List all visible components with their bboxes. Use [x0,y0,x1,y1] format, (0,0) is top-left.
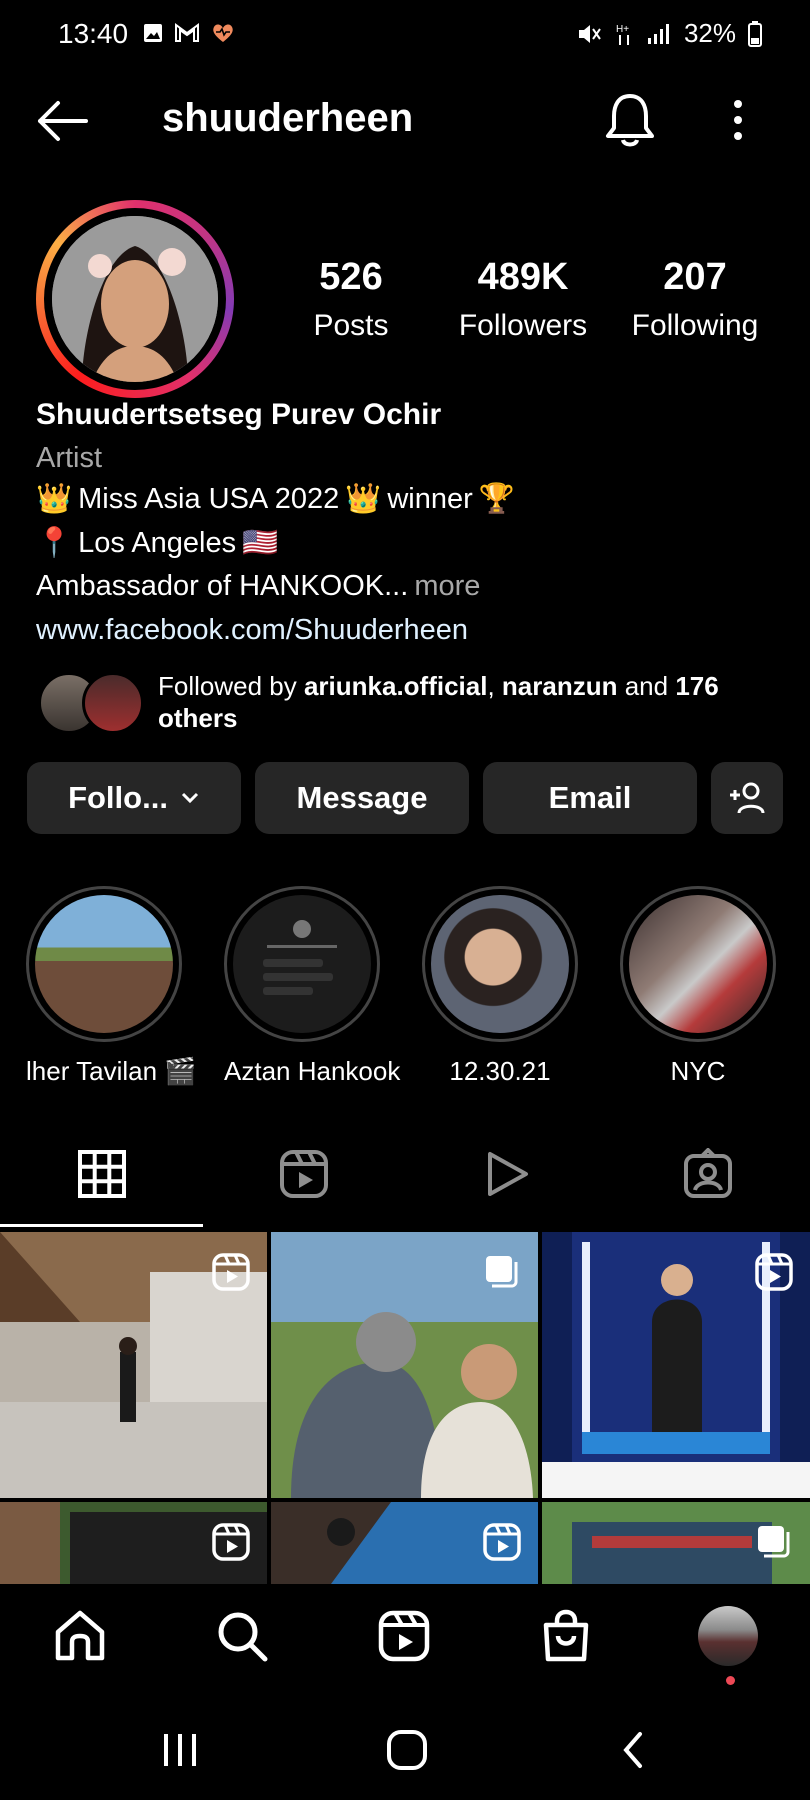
shop-icon[interactable] [538,1608,594,1664]
search-icon[interactable] [214,1608,270,1664]
bio-title: Miss Asia USA 2022 [78,482,340,515]
stat-following[interactable]: 207 Following [610,256,780,343]
bio-more-link[interactable]: more [414,570,480,603]
pin-icon: 📍 [36,527,73,559]
post-thumbnail[interactable] [271,1232,538,1498]
highlight-item[interactable]: lher Tavilan 🎬 [26,886,197,1087]
recent-apps-icon[interactable] [160,1730,200,1770]
message-button[interactable]: Message [255,762,469,834]
highlight-item[interactable]: NYC [620,886,776,1087]
chevron-down-icon [181,792,198,804]
followed-by-text[interactable]: Followed by ariunka.official, naranzun a… [158,670,758,734]
profile-category: Artist [36,442,103,474]
mutual-avatar [82,672,144,734]
reels-icon[interactable] [376,1608,432,1664]
stat-followers[interactable]: 489K Followers [438,256,608,343]
mutual-user-2: naranzun [501,671,618,701]
suggested-users-button[interactable] [711,762,783,834]
profile-full-name: Shuudertsetseg Purev Ochir [36,398,442,431]
highlight-cover [431,895,569,1033]
avatar-portrait [52,216,218,382]
reel-badge-icon [212,1253,250,1291]
post-thumbnail[interactable] [271,1502,538,1584]
highlight-cover [35,895,173,1033]
post-thumbnail[interactable] [0,1502,267,1584]
add-person-icon [730,782,765,814]
back-arrow-icon[interactable] [34,96,90,146]
bio-line-1: 👑 Miss Asia USA 2022 👑 winner 🏆 [36,482,515,516]
following-label: Following [631,309,759,342]
active-tab-indicator [0,1224,203,1227]
bio-line-3: Ambassador of HANKOOK... more [36,570,480,603]
stat-posts[interactable]: 526 Posts [266,256,436,343]
status-right: H+ 32% [576,18,762,49]
post-thumbnail[interactable] [542,1502,810,1584]
highlight-label: Aztan Hankook [224,1056,401,1086]
follow-button[interactable]: Follo... [27,762,241,834]
message-button-label: Message [296,780,428,815]
more-options-icon[interactable] [720,94,756,148]
bio-line-2: 📍 Los Angeles 🇺🇸 [36,526,278,560]
highlight-label: lher Tavilan 🎬 [26,1056,197,1086]
mute-icon [578,24,601,43]
network-hplus-icon: H+ [616,24,629,45]
email-button[interactable]: Email [483,762,697,834]
posts-label: Posts [313,309,389,342]
reel-badge-icon [755,1253,793,1291]
trophy-icon: 🏆 [478,483,515,515]
gmail-icon [175,23,199,42]
notification-bell-icon[interactable] [602,90,658,150]
follow-button-label: Follo... [68,780,168,815]
reels-tab-icon[interactable] [278,1148,330,1200]
battery-percent: 32% [683,18,736,48]
profile-nav-avatar[interactable] [698,1606,758,1666]
system-back-icon[interactable] [618,1728,648,1772]
reel-badge-icon [212,1523,250,1561]
notification-dot [726,1676,735,1685]
posts-count: 526 [319,256,383,298]
carousel-badge-icon [486,1256,518,1288]
reel-badge-icon [483,1523,521,1561]
highlight-cover [233,895,371,1033]
email-button-label: Email [548,780,632,815]
highlight-label: 12.30.21 [449,1056,551,1086]
bio-location: Los Angeles [78,526,237,559]
crown-icon: 👑 [345,483,382,515]
highlight-label: NYC [670,1056,726,1086]
home-icon[interactable] [52,1608,108,1664]
highlight-item[interactable]: 12.30.21 [422,886,578,1087]
status-time: 13:40 [58,18,129,49]
status-bar: 13:40 H+ 32% [0,0,810,70]
health-heart-icon [213,24,233,42]
signal-icon [647,23,669,44]
home-button-icon[interactable] [385,1728,429,1772]
grid-tab-icon[interactable] [76,1148,128,1200]
bio-ambassador: Ambassador of HANKOOK... [36,570,409,602]
gallery-icon [144,24,162,42]
crown-icon: 👑 [36,483,73,515]
battery-icon [748,20,762,47]
following-count: 207 [663,256,727,298]
profile-avatar[interactable] [52,216,218,382]
followers-count: 489K [477,256,569,298]
post-thumbnail[interactable] [542,1232,810,1498]
highlight-cover [629,895,767,1033]
followers-label: Followers [458,309,588,342]
post-thumbnail[interactable] [0,1232,267,1498]
system-navigation [0,1700,810,1800]
videos-tab-icon[interactable] [480,1148,532,1200]
profile-username: shuuderheen [162,96,414,140]
mutual-followers-avatars[interactable] [38,670,144,734]
svg-text:H+: H+ [616,24,629,35]
notification-icons [142,22,236,44]
carousel-badge-icon [758,1526,790,1558]
highlight-item[interactable]: Aztan Hankook [224,886,401,1087]
mutual-user-1: ariunka.official [303,671,488,701]
profile-website-link[interactable]: www.facebook.com/Shuuderheen [36,614,468,647]
bio-winner: winner [387,482,473,515]
us-flag-icon: 🇺🇸 [242,527,279,559]
tagged-tab-icon[interactable] [682,1148,734,1200]
